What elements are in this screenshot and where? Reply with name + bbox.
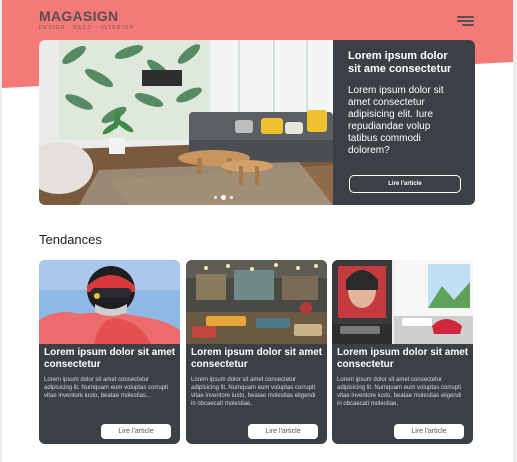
featured-read-article-button[interactable]: Lire l'article: [349, 175, 461, 193]
brand-logo[interactable]: MAGASIGN DESIGN · DECO · INTERIOR: [39, 8, 134, 31]
article-card-3-read-button[interactable]: Lire l'article: [394, 424, 464, 439]
brand-tagline: DESIGN · DECO · INTERIOR: [39, 25, 135, 31]
featured-article-title: Lorem ipsum dolor sit ame consectetur: [348, 50, 452, 75]
article-card-3-title: Lorem ipsum dolor sit amet consectetur: [337, 347, 469, 370]
trends-section-title: Tendances: [39, 232, 102, 247]
article-card-1-excerpt: Lorem ipsum dolor sit amet consectetur a…: [44, 377, 169, 399]
hamburger-menu-icon[interactable]: [457, 16, 474, 27]
page: MAGASIGN DESIGN · DECO · INTERIOR Lorem …: [2, 0, 513, 462]
featured-article: Lorem ipsum dolor sit ame consectetur Lo…: [39, 40, 475, 205]
living-room-image: [39, 40, 333, 205]
modern-living-room-image: [332, 260, 473, 344]
carousel-dot-1[interactable]: [214, 196, 217, 199]
article-card-2-read-button[interactable]: Lire l'article: [248, 424, 318, 439]
article-card-2-title: Lorem ipsum dolor sit amet consectetur: [191, 347, 323, 370]
article-card-2: Lorem ipsum dolor sit amet consectetur L…: [186, 260, 327, 444]
article-card-1-read-button[interactable]: Lire l'article: [101, 424, 171, 439]
article-card-3-excerpt: Lorem ipsum dolor sit amet consectetur a…: [337, 377, 462, 407]
article-card-3: Lorem ipsum dolor sit amet consectetur L…: [332, 260, 473, 444]
carousel-dot-3[interactable]: [230, 196, 233, 199]
article-card-2-excerpt: Lorem ipsum dolor sit amet consectetur a…: [191, 377, 316, 407]
cafe-interior-image: [186, 260, 327, 344]
article-card-1-title: Lorem ipsum dolor sit amet consectetur: [44, 347, 176, 370]
featured-article-excerpt: Lorem ipsum dolor sit amet consectetur a…: [348, 85, 444, 156]
brand-name: MAGASIGN: [39, 8, 119, 24]
article-card-1: Lorem ipsum dolor sit amet consectetur L…: [39, 260, 180, 444]
carousel-indicator: [214, 195, 233, 200]
racing-driver-image: [39, 260, 180, 344]
featured-article-panel: Lorem ipsum dolor sit ame consectetur Lo…: [333, 40, 475, 205]
carousel-dot-2-active[interactable]: [221, 195, 226, 200]
